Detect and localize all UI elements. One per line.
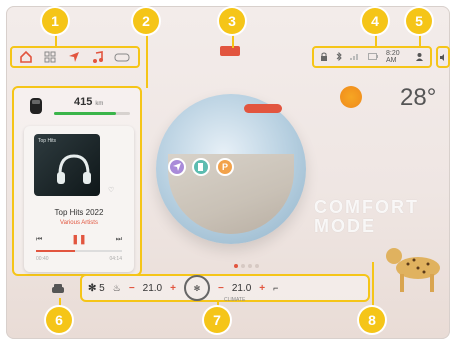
page-dot[interactable] bbox=[241, 264, 245, 268]
time-total: 04:14 bbox=[109, 256, 122, 262]
callout-leader bbox=[372, 262, 374, 308]
headphones-icon bbox=[57, 154, 91, 184]
callout-2: 2 bbox=[133, 8, 159, 34]
page-dot[interactable] bbox=[255, 264, 259, 268]
globe-label-pill bbox=[244, 104, 282, 113]
callout-7: 7 bbox=[204, 307, 230, 333]
next-track-icon[interactable]: ⏭ bbox=[116, 236, 122, 244]
range-bar bbox=[54, 112, 130, 115]
seat-heat-icon[interactable]: ♨ bbox=[113, 283, 121, 294]
range-km: 415 km bbox=[74, 96, 103, 108]
pause-icon[interactable]: ❚❚ bbox=[71, 234, 86, 245]
lock-icon bbox=[320, 52, 328, 63]
media-player-card[interactable]: Top Hits ♡ Top Hits 2022 Various Artists… bbox=[24, 126, 134, 272]
range-widget[interactable]: 415 km bbox=[24, 94, 134, 118]
home-icon[interactable] bbox=[18, 49, 34, 65]
car-front-icon bbox=[52, 284, 64, 293]
clock-time: 8:20 AM bbox=[386, 50, 400, 64]
right-temp-decrease[interactable]: − bbox=[218, 283, 224, 294]
callout-leader bbox=[146, 34, 148, 88]
left-temp-increase[interactable]: + bbox=[170, 283, 176, 294]
climate-button[interactable]: ✻ bbox=[183, 275, 210, 301]
fan-speed-value: 5 bbox=[99, 282, 105, 294]
car-icon bbox=[30, 98, 42, 114]
range-value: 415 bbox=[74, 96, 93, 108]
callout-6: 6 bbox=[46, 307, 72, 333]
callout-4: 4 bbox=[362, 8, 388, 34]
album-art: Top Hits bbox=[34, 134, 100, 196]
previous-track-icon[interactable]: ⏮ bbox=[36, 236, 42, 244]
parking-label: P bbox=[221, 162, 228, 172]
page-dot[interactable] bbox=[234, 264, 238, 268]
callout-8: 8 bbox=[359, 307, 385, 333]
climate-label: CLIMATE bbox=[224, 297, 246, 303]
left-temp-value: 21.0 bbox=[142, 282, 163, 294]
signal-icon bbox=[350, 52, 360, 62]
page-dot[interactable] bbox=[248, 264, 252, 268]
infotainment-screen: 8:20 AM 415 km Top Hits ♡ Top Hits 2022 … bbox=[6, 6, 450, 339]
drive-mode-line2: MODE bbox=[314, 216, 376, 236]
track-title: Top Hits 2022 bbox=[54, 208, 104, 217]
grid-icon[interactable] bbox=[42, 49, 58, 65]
callout-leader bbox=[419, 34, 421, 48]
navigation-icon[interactable] bbox=[66, 49, 82, 65]
right-temp-increase[interactable]: + bbox=[259, 283, 265, 294]
range-unit: km bbox=[95, 101, 104, 107]
fan-speed[interactable]: ✻ 5 bbox=[88, 283, 105, 294]
time-elapsed: 00:40 bbox=[36, 256, 49, 262]
track-progress-fill bbox=[36, 250, 75, 252]
track-artist: Various Artists bbox=[60, 220, 98, 226]
drive-mode-label: COMFORT MODE bbox=[314, 198, 419, 236]
user-icon[interactable] bbox=[415, 52, 424, 63]
callout-leader bbox=[375, 34, 377, 48]
fan-icon: ✻ bbox=[88, 282, 97, 294]
callout-5: 5 bbox=[406, 8, 432, 34]
callout-leader bbox=[55, 34, 57, 48]
volume-icon[interactable] bbox=[436, 46, 450, 68]
callout-leader bbox=[232, 34, 234, 48]
parking-poi-icon[interactable]: P bbox=[216, 158, 234, 176]
right-temp-value: 21.0 bbox=[231, 282, 252, 294]
track-times: 00:40 04:14 bbox=[36, 256, 122, 262]
temperature: 28° bbox=[400, 84, 437, 111]
battery-icon bbox=[368, 52, 378, 62]
car-settings-button[interactable] bbox=[46, 280, 70, 298]
favorite-icon[interactable]: ♡ bbox=[108, 186, 114, 194]
left-temp-decrease[interactable]: − bbox=[129, 283, 135, 294]
vehicle-media-panel: 415 km Top Hits ♡ Top Hits 2022 Various … bbox=[12, 86, 142, 276]
album-label: Top Hits bbox=[38, 138, 57, 144]
range-fill bbox=[54, 112, 117, 115]
playback-controls: ⏮ ❚❚ ⏭ bbox=[36, 234, 122, 245]
app-icon[interactable] bbox=[114, 49, 130, 65]
track-progress-bar[interactable] bbox=[36, 250, 122, 252]
status-bar: 8:20 AM bbox=[312, 46, 432, 68]
music-icon[interactable] bbox=[90, 49, 106, 65]
globe-illustration[interactable]: P bbox=[156, 94, 306, 244]
top-bar: 8:20 AM bbox=[6, 46, 450, 68]
bluetooth-icon bbox=[336, 51, 342, 63]
navigation-poi-icon[interactable] bbox=[168, 158, 186, 176]
cheetah-mascot bbox=[386, 248, 440, 292]
callout-1: 1 bbox=[42, 8, 68, 34]
sun-icon bbox=[340, 86, 362, 108]
climate-fan-icon: ✻ bbox=[193, 283, 201, 293]
quick-nav-group bbox=[10, 46, 140, 68]
page-indicator bbox=[234, 264, 259, 268]
callout-3: 3 bbox=[219, 8, 245, 34]
drive-mode-line1: COMFORT bbox=[314, 197, 419, 217]
seat-recline-icon[interactable]: ⌐ bbox=[273, 283, 278, 293]
fuel-poi-icon[interactable] bbox=[192, 158, 210, 176]
